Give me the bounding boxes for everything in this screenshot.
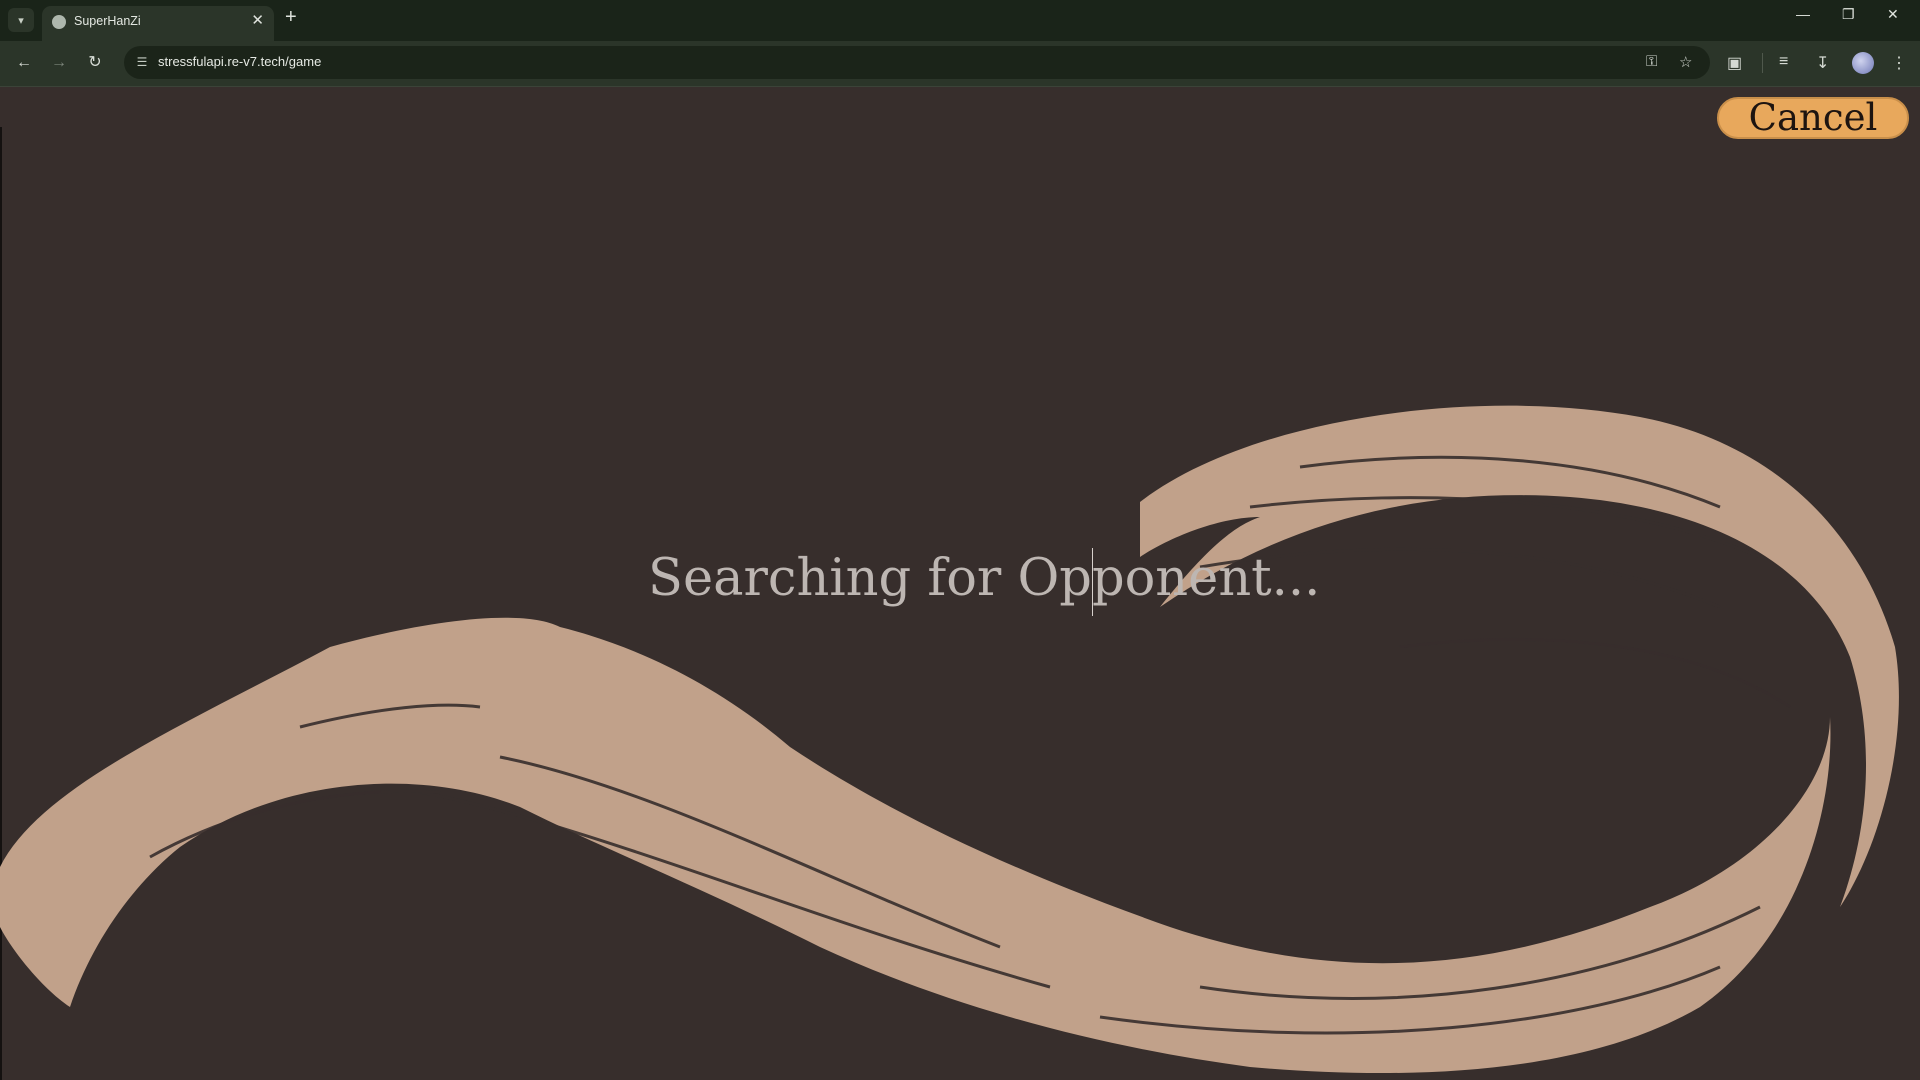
download-icon[interactable]: ↧ (1816, 53, 1829, 73)
star-icon[interactable]: ☆ (1679, 53, 1692, 71)
key-icon[interactable]: ⚿ (1646, 53, 1657, 70)
media-playlist-icon[interactable]: ≡ (1779, 53, 1788, 71)
forward-arrow-icon[interactable]: → (46, 50, 72, 76)
game-page: Cancel Searching for Opponent... (0, 87, 1920, 1080)
searching-status-text: Searching for Opponent... (648, 549, 1321, 608)
url-text[interactable]: stressfulapi.re-v7.tech/game (158, 54, 321, 69)
minimize-icon[interactable]: — (1796, 6, 1810, 22)
globe-icon (52, 15, 66, 29)
kebab-menu-icon[interactable]: ⋮ (1891, 53, 1907, 73)
site-settings-icon[interactable]: ☰ (134, 54, 150, 70)
reload-icon[interactable]: ↻ (82, 50, 108, 76)
new-tab-button[interactable]: + (285, 6, 297, 29)
back-arrow-icon[interactable]: ← (11, 50, 37, 76)
address-bar[interactable]: ☰ stressfulapi.re-v7.tech/game ⚿ ☆ (124, 46, 1710, 79)
close-tab-icon[interactable]: ✕ (251, 11, 264, 29)
browser-toolbar: ← → ↻ ☰ stressfulapi.re-v7.tech/game ⚿ ☆… (0, 41, 1920, 87)
tab-title: SuperHanZi (74, 14, 141, 28)
extensions-puzzle-icon[interactable]: ▣ (1727, 53, 1742, 73)
profile-avatar[interactable] (1852, 52, 1874, 74)
brush-stroke-main (0, 617, 1831, 1074)
tab-strip: ▾ SuperHanZi ✕ + — ❐ ✕ (0, 0, 1920, 41)
restore-icon[interactable]: ❐ (1842, 6, 1855, 23)
window-close-icon[interactable]: ✕ (1887, 6, 1899, 23)
toolbar-separator (1762, 53, 1763, 73)
tab-search-button[interactable]: ▾ (8, 8, 34, 32)
cancel-button[interactable]: Cancel (1717, 97, 1909, 139)
chevron-down-icon: ▾ (18, 14, 24, 27)
text-cursor (1092, 548, 1093, 616)
tab-superhanzi[interactable]: SuperHanZi ✕ (42, 6, 274, 41)
